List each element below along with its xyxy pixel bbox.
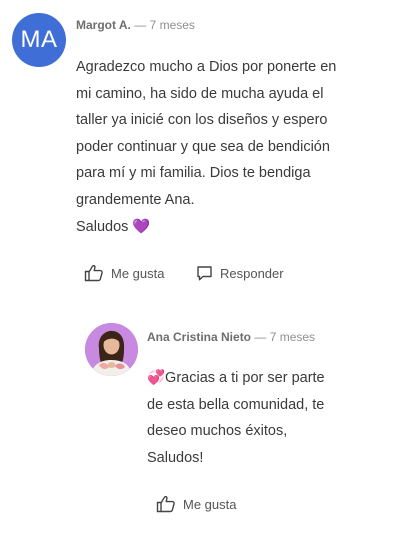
comment-author[interactable]: Margot A.: [76, 18, 131, 32]
reply-label: Responder: [220, 266, 284, 281]
thumbs-up-icon: [84, 264, 104, 282]
reply-text: 💞Gracias a ti por ser parte de esta bell…: [147, 370, 325, 466]
reply-like-button[interactable]: Me gusta: [156, 495, 236, 513]
reply-avatar-photo: [85, 323, 138, 376]
reply-avatar[interactable]: [85, 323, 138, 376]
like-label: Me gusta: [183, 496, 237, 512]
like-button[interactable]: Me gusta: [84, 264, 164, 282]
reply-author[interactable]: Ana Cristina Nieto: [147, 330, 251, 344]
thumbs-up-icon: [156, 495, 176, 513]
reply-time: — 7 meses: [254, 330, 316, 344]
avatar[interactable]: MA: [12, 13, 66, 67]
comment-meta: Margot A. — 7 meses: [76, 18, 195, 32]
speech-bubble-icon: [196, 265, 213, 282]
reply-meta: Ana Cristina Nieto — 7 meses: [147, 330, 315, 344]
comment-text: Agradezco mucho a Dios por ponerte en mi…: [76, 59, 337, 235]
comment-time: — 7 meses: [134, 18, 195, 32]
reply-button[interactable]: Responder: [196, 265, 284, 282]
like-label: Me gusta: [111, 265, 165, 281]
